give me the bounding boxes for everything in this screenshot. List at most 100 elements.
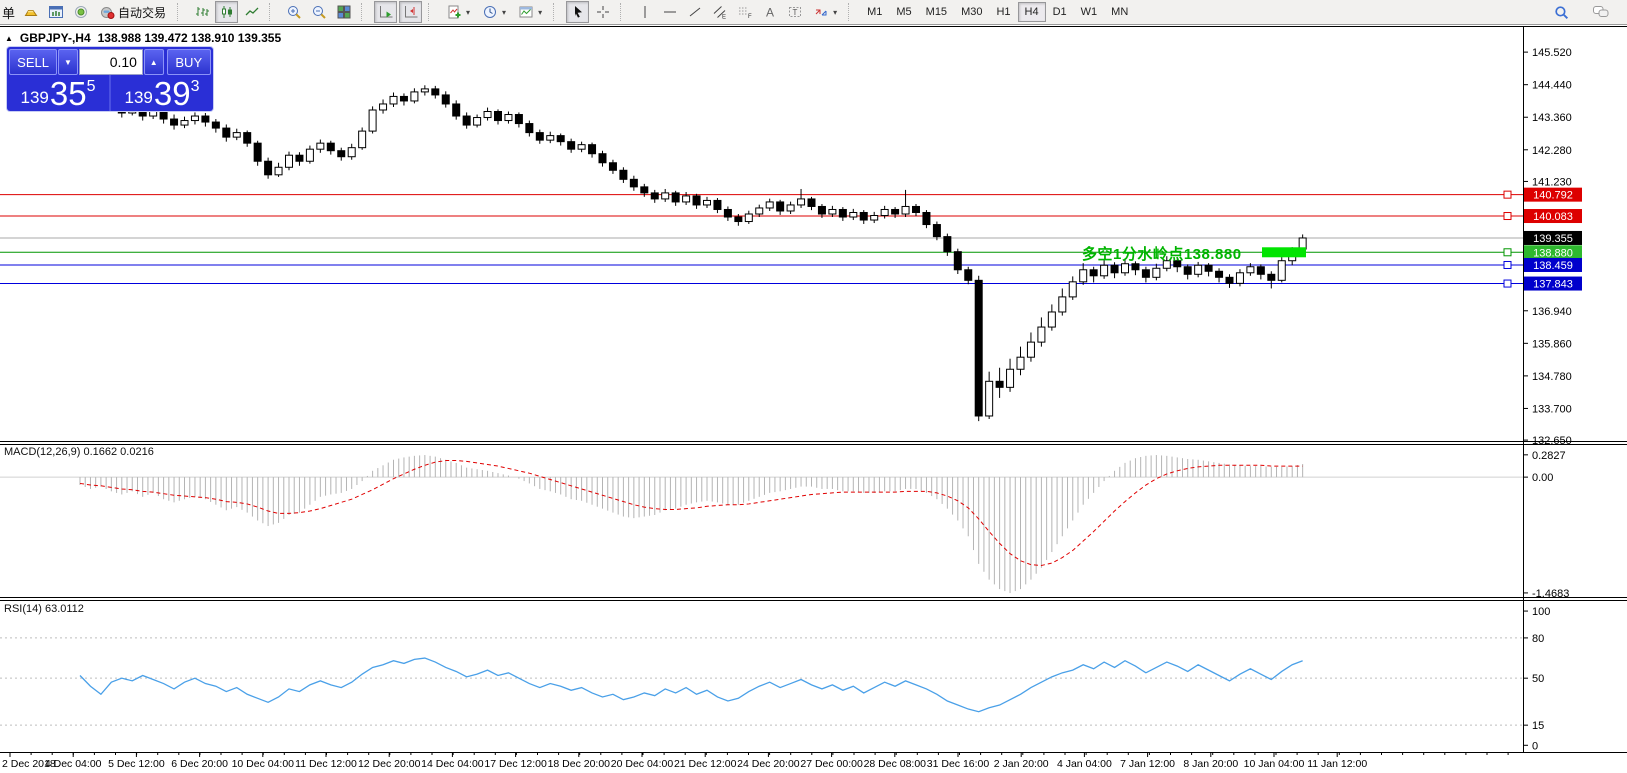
fibonacci-button[interactable]: F bbox=[733, 1, 756, 23]
timeframe-m30-button[interactable]: M30 bbox=[954, 2, 989, 22]
search-icon bbox=[1555, 5, 1569, 19]
timeframe-h1-button[interactable]: H1 bbox=[989, 2, 1017, 22]
zoom-out-icon bbox=[312, 6, 326, 19]
dropdown-caret-icon: ▾ bbox=[538, 7, 543, 17]
candle-body bbox=[776, 201, 785, 212]
sell-price-pips: 35 bbox=[49, 75, 87, 113]
sell-price-figure: 139 bbox=[20, 88, 49, 107]
search-button[interactable] bbox=[1550, 1, 1573, 23]
price-badge-label: 138.880 bbox=[1533, 247, 1573, 259]
data-window-button[interactable] bbox=[69, 1, 92, 23]
candle-body bbox=[1141, 269, 1150, 278]
equidistant-channel-button[interactable]: E bbox=[708, 1, 731, 23]
candle-body bbox=[755, 207, 764, 215]
hline-handle[interactable] bbox=[1503, 260, 1512, 269]
svg-text:F: F bbox=[748, 14, 752, 20]
candle-body bbox=[253, 142, 262, 162]
arrows-button[interactable]: ▾ bbox=[808, 1, 842, 23]
toolbar-right-group bbox=[1549, 1, 1625, 23]
text-button[interactable]: A bbox=[758, 1, 781, 23]
fibonacci-icon: F bbox=[738, 7, 752, 20]
timeframe-m15-button[interactable]: M15 bbox=[919, 2, 954, 22]
buy-price-point: 3 bbox=[190, 78, 200, 95]
timeframe-d1-button[interactable]: D1 bbox=[1046, 2, 1074, 22]
price-badge-label: 138.459 bbox=[1533, 260, 1573, 272]
autotrading-button[interactable]: 自动交易 bbox=[94, 1, 171, 23]
text-label-button[interactable]: T bbox=[783, 1, 806, 23]
candle-body bbox=[232, 132, 241, 138]
trade-panel-prices: 139 35 5 139 39 3 bbox=[7, 75, 213, 111]
line-chart-icon bbox=[245, 7, 258, 16]
candle-body bbox=[995, 380, 1004, 388]
volume-down-button[interactable]: ▼ bbox=[58, 49, 78, 75]
candle-body bbox=[922, 211, 931, 226]
cursor-button[interactable] bbox=[566, 1, 590, 23]
buy-price[interactable]: 139 39 3 bbox=[111, 75, 213, 111]
candle-body bbox=[880, 208, 889, 217]
watershed-highlight[interactable] bbox=[1262, 247, 1306, 258]
one-click-trading-panel: SELL ▼ 0.10 ▲ BUY 139 35 5 139 39 3 bbox=[7, 47, 213, 111]
candle-body bbox=[859, 211, 868, 221]
chart-canvas[interactable]: 145.520 144.440 143.360 142.280 141.230 136.9… bbox=[0, 0, 1627, 773]
community-button[interactable] bbox=[1589, 1, 1612, 23]
sell-button[interactable]: SELL bbox=[9, 49, 58, 75]
zoom-out-button[interactable] bbox=[307, 1, 330, 23]
rsi-tick-label: 15 bbox=[1532, 720, 1544, 732]
auto-scroll-button[interactable] bbox=[374, 1, 398, 23]
candle-body bbox=[483, 111, 492, 119]
periods-button[interactable]: ▾ bbox=[477, 1, 511, 23]
candle-body bbox=[797, 198, 806, 206]
candle-body bbox=[723, 208, 732, 218]
periods-icon bbox=[484, 6, 497, 18]
price-tick-label: 145.520 bbox=[1532, 47, 1572, 59]
buy-button[interactable]: BUY bbox=[166, 49, 211, 75]
horizontal-line-button[interactable] bbox=[658, 1, 681, 23]
candle-body bbox=[1204, 264, 1213, 272]
crosshair-button[interactable] bbox=[591, 1, 614, 23]
trade-panel-top-row: SELL ▼ 0.10 ▲ BUY bbox=[7, 47, 213, 75]
timeframe-m1-button[interactable]: M1 bbox=[860, 2, 889, 22]
volume-up-button[interactable]: ▲ bbox=[143, 49, 164, 75]
timeframe-toolbar: M1 M5 M15 M30 H1 H4 D1 W1 MN bbox=[860, 2, 1135, 22]
time-tick-label: 6 Dec 20:00 bbox=[171, 758, 228, 770]
price-tick-label: 141.230 bbox=[1532, 176, 1572, 188]
candle-body bbox=[671, 192, 680, 203]
volume-input[interactable]: 0.10 bbox=[78, 49, 143, 75]
hline-handle[interactable] bbox=[1503, 212, 1512, 221]
collapse-panel-icon[interactable]: ▲ bbox=[5, 34, 13, 43]
candle-body bbox=[1246, 266, 1255, 274]
timeframe-h4-button[interactable]: H4 bbox=[1017, 2, 1046, 22]
new-order-label[interactable]: 单 bbox=[2, 3, 15, 22]
hline-handle[interactable] bbox=[1503, 279, 1512, 288]
new-order-button[interactable] bbox=[19, 1, 42, 23]
candle-body bbox=[504, 114, 513, 122]
price-tick-label: 132.650 bbox=[1532, 435, 1572, 447]
tile-windows-button[interactable] bbox=[332, 1, 355, 23]
hline-handle[interactable] bbox=[1503, 190, 1512, 199]
vertical-line-button[interactable] bbox=[633, 1, 656, 23]
candlestick-chart-icon bbox=[221, 6, 232, 18]
sell-price[interactable]: 139 35 5 bbox=[7, 75, 109, 111]
price-badge-label: 140.083 bbox=[1533, 211, 1573, 223]
market-watch-button[interactable] bbox=[44, 1, 67, 23]
watershed-annotation[interactable]: 多空1分水岭点138.880 bbox=[1082, 243, 1242, 264]
chart-shift-button[interactable] bbox=[399, 1, 423, 23]
time-tick-label: 8 Jan 20:00 bbox=[1183, 758, 1238, 770]
templates-button[interactable]: ▾ bbox=[513, 1, 547, 23]
price-tick-label: 144.440 bbox=[1532, 80, 1572, 92]
zoom-in-button[interactable] bbox=[282, 1, 305, 23]
timeframe-m5-button[interactable]: M5 bbox=[889, 2, 918, 22]
hline-handle[interactable] bbox=[1503, 248, 1512, 257]
zoom-in-icon bbox=[287, 6, 301, 19]
indicators-button[interactable]: ▾ bbox=[441, 1, 475, 23]
candle-body bbox=[347, 147, 356, 158]
bar-chart-button[interactable] bbox=[190, 1, 213, 23]
line-chart-button[interactable] bbox=[240, 1, 263, 23]
indicators-icon bbox=[448, 5, 461, 19]
timeframe-w1-button[interactable]: W1 bbox=[1074, 2, 1105, 22]
timeframe-mn-button[interactable]: MN bbox=[1104, 2, 1135, 22]
trendline-icon bbox=[689, 7, 700, 17]
trendline-button[interactable] bbox=[683, 1, 706, 23]
toolbar-separator bbox=[848, 3, 856, 21]
candlestick-chart-button[interactable] bbox=[215, 1, 239, 23]
